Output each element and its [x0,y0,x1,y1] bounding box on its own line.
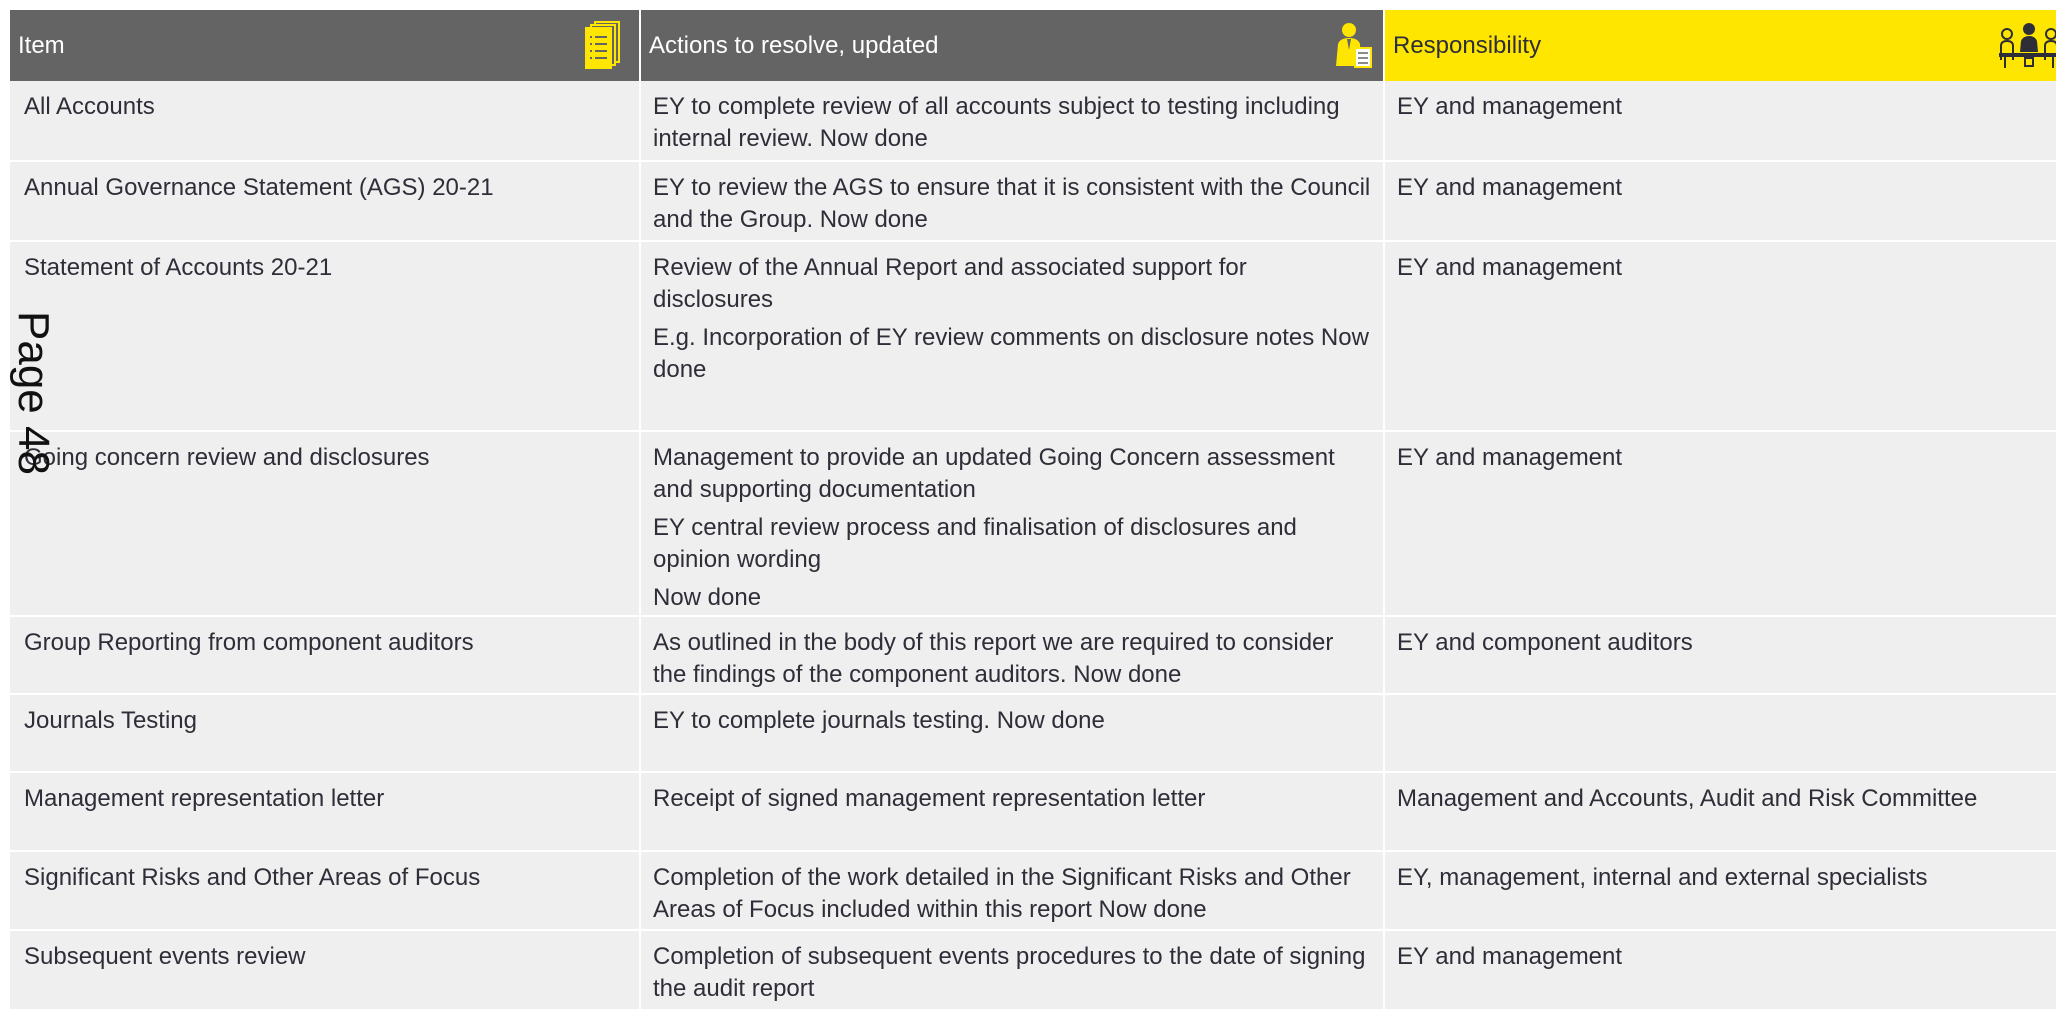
actions-cell: EY to complete review of all accounts su… [640,81,1385,162]
action-text: Completion of the work detailed in the S… [653,864,1351,923]
action-text: EY to complete review of all accounts su… [653,93,1340,152]
header-item-label: Item [18,31,65,59]
item-cell: Statement of Accounts 20-21 [10,241,641,432]
item-cell: Journals Testing [10,694,641,773]
actions-cell: EY to review the AGS to ensure that it i… [640,161,1385,242]
action-text: Now done [653,584,762,611]
responsibility-cell: EY and management [1384,81,2056,162]
table-row: Annual Governance Statement (AGS) 20-21 … [10,161,2056,242]
responsibility-cell: EY and management [1384,161,2056,242]
action-text: Management to provide an updated Going C… [653,444,1335,503]
actions-cell: Review of the Annual Report and associat… [640,241,1385,432]
responsibility-cell: EY and management [1384,930,2056,1011]
meeting-group-icon [1999,23,2056,68]
responsibility-cell: EY, management, internal and external sp… [1384,851,2056,931]
actions-cell: Completion of subsequent events procedur… [640,930,1385,1011]
table-row: Statement of Accounts 20-21 Review of th… [10,241,2056,432]
table-header-row: Item Actions to resolve, updated Respons… [10,10,2056,81]
table-row: All Accounts EY to complete review of al… [10,81,2056,162]
actions-cell: Completion of the work detailed in the S… [640,851,1385,931]
header-responsibility-label: Responsibility [1393,31,1542,59]
item-cell: Subsequent events review [10,930,641,1011]
action-text: Completion of subsequent events procedur… [653,943,1366,1002]
responsibility-cell: EY and management [1384,431,2056,617]
person-reviewer-icon [1336,23,1372,68]
action-text: E.g. Incorporation of EY review comments… [653,324,1369,383]
responsibility-cell: Management and Accounts, Audit and Risk … [1384,772,2056,852]
actions-cell: As outlined in the body of this report w… [640,616,1385,695]
item-cell: Group Reporting from component auditors [10,616,641,695]
item-cell: Annual Governance Statement (AGS) 20-21 [10,161,641,242]
table-row: Subsequent events review Completion of s… [10,930,2056,1011]
item-cell: Significant Risks and Other Areas of Foc… [10,851,641,931]
actions-cell: Management to provide an updated Going C… [640,431,1385,617]
header-item: Item [10,10,641,81]
action-text: EY to complete journals testing. Now don… [653,707,1105,734]
action-text: EY central review process and finalisati… [653,514,1297,573]
table-row: Journals Testing EY to complete journals… [10,694,2056,773]
document-list-icon [585,21,620,69]
item-cell: Management representation letter [10,772,641,852]
action-text: As outlined in the body of this report w… [653,629,1334,688]
actions-cell: Receipt of signed management representat… [640,772,1385,852]
responsibility-cell [1384,694,2056,773]
page-number-watermark: Page 48 [9,311,58,475]
table-row: Management representation letter Receipt… [10,772,2056,852]
header-actions-label: Actions to resolve, updated [649,31,939,59]
action-text: EY to review the AGS to ensure that it i… [653,174,1371,233]
responsibility-cell: EY and component auditors [1384,616,2056,695]
responsibility-cell: EY and management [1384,241,2056,432]
header-responsibility: Responsibility [1384,10,2056,81]
action-text: Review of the Annual Report and associat… [653,254,1247,313]
table-row: Significant Risks and Other Areas of Foc… [10,851,2056,931]
action-text: Receipt of signed management representat… [653,785,1206,812]
header-actions: Actions to resolve, updated [640,10,1385,81]
item-cell: All Accounts [10,81,641,162]
actions-cell: EY to complete journals testing. Now don… [640,694,1385,773]
table-row: Group Reporting from component auditors … [10,616,2056,695]
item-cell: Going concern review and disclosures [10,431,641,617]
actions-table: Item Actions to resolve, updated Respons… [10,10,2056,1011]
table-row: Going concern review and disclosures Man… [10,431,2056,617]
